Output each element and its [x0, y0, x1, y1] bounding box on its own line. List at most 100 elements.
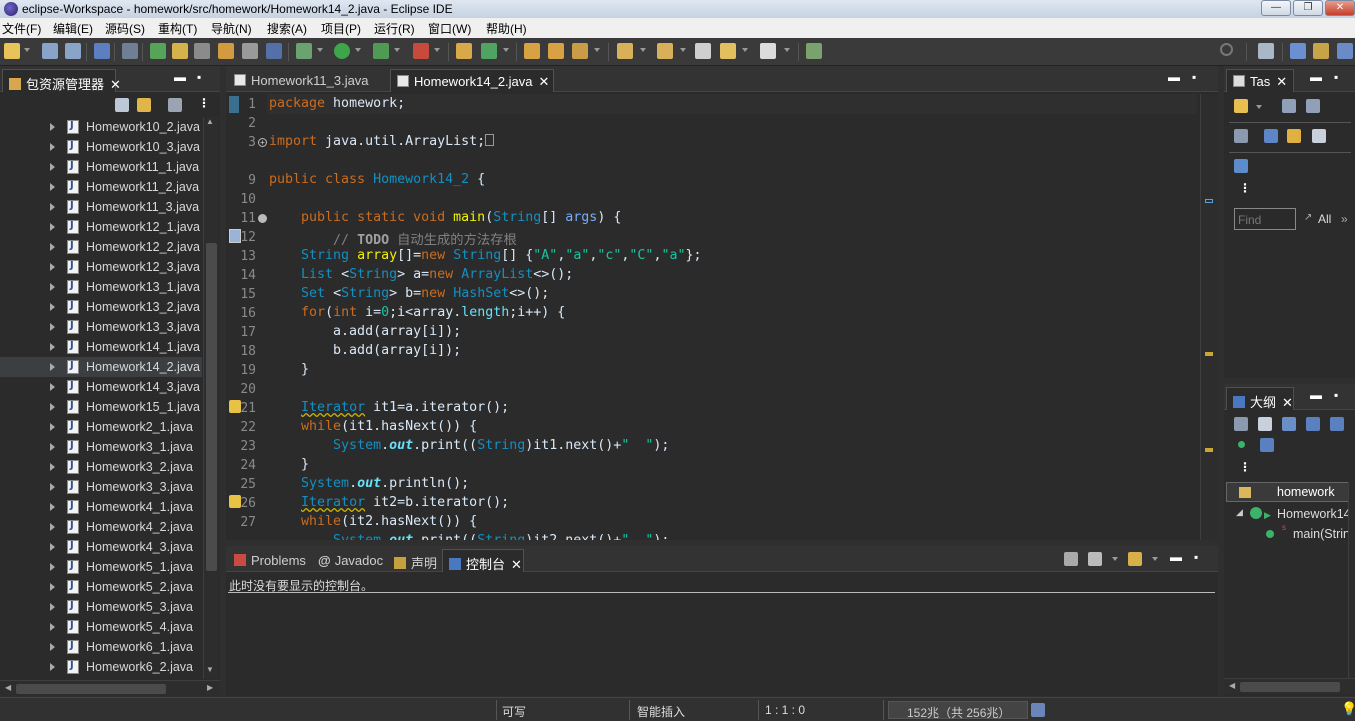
editor-overview-ruler[interactable] — [1200, 94, 1218, 540]
package-tree-item[interactable]: Homework5_3.java — [0, 597, 202, 617]
tip-bulb-icon[interactable]: 💡 — [1341, 701, 1355, 717]
close-tab-icon[interactable]: ✕ — [110, 77, 121, 92]
expand-icon[interactable]: ◢ — [1236, 507, 1243, 518]
expand-icon[interactable] — [50, 523, 55, 531]
expand-icon[interactable] — [50, 483, 55, 491]
debug-mode-icon[interactable] — [150, 43, 166, 59]
run-icon[interactable] — [334, 43, 350, 59]
expand-icon[interactable] — [50, 183, 55, 191]
scroll-up-icon[interactable]: ▲ — [206, 117, 214, 126]
hide-fields-icon[interactable] — [1306, 417, 1320, 431]
expand-icon[interactable] — [50, 263, 55, 271]
expand-icon[interactable] — [50, 303, 55, 311]
more-icon[interactable]: » — [1341, 212, 1348, 226]
terminal-icon[interactable] — [94, 43, 110, 59]
package-tree-item[interactable]: Homework2_1.java — [0, 417, 202, 437]
menu-edit[interactable]: 编辑(E) — [53, 20, 93, 37]
expand-icon[interactable] — [50, 243, 55, 251]
expand-icon[interactable] — [50, 583, 55, 591]
package-tree-item[interactable]: Homework12_2.java — [0, 237, 202, 257]
package-tree-item[interactable]: Homework6_1.java — [0, 637, 202, 657]
package-tree-item[interactable]: Homework3_3.java — [0, 477, 202, 497]
menu-help[interactable]: 帮助(H) — [486, 20, 527, 37]
java-ee-perspective-icon[interactable] — [1290, 43, 1306, 59]
menu-file[interactable]: 文件(F) — [2, 20, 41, 37]
expand-icon[interactable] — [50, 343, 55, 351]
view-menu-icon[interactable]: ⋮ — [198, 96, 210, 110]
package-horizontal-scrollbar[interactable]: ◀ ▶ — [0, 680, 220, 696]
hscroll-thumb[interactable] — [16, 684, 166, 694]
view-menu-icon[interactable]: ⋮ — [1239, 460, 1251, 474]
expand-icon[interactable] — [50, 223, 55, 231]
task-repositories-icon[interactable] — [1234, 159, 1248, 173]
tab-task-list[interactable]: Tas ✕ — [1226, 69, 1294, 92]
sort-icon[interactable] — [1282, 417, 1296, 431]
package-tree-item[interactable]: Homework5_4.java — [0, 617, 202, 637]
new-java-project-icon[interactable] — [456, 43, 472, 59]
package-tree-item[interactable]: Homework3_1.java — [0, 437, 202, 457]
debug-perspective-icon[interactable] — [1337, 43, 1353, 59]
tab-package-explorer[interactable]: 包资源管理器 ✕ — [2, 69, 121, 92]
open-task-icon[interactable] — [548, 43, 564, 59]
minimize-button[interactable]: — — [1261, 0, 1291, 16]
restore-button[interactable]: ❐ — [1293, 0, 1323, 16]
synchronize-icon[interactable] — [1312, 129, 1326, 143]
new-icon[interactable] — [4, 43, 20, 59]
package-tree-item[interactable]: Homework14_3.java — [0, 377, 202, 397]
code-area[interactable]: + 1 2 3 9 10 11 12 13 14 15 16 17 18 19 … — [226, 94, 1200, 540]
package-tree-item[interactable]: Homework13_2.java — [0, 297, 202, 317]
close-tab-icon[interactable]: ✕ — [1276, 74, 1287, 89]
expand-icon[interactable] — [50, 463, 55, 471]
tab-homework14-2[interactable]: Homework14_2.java ✕ — [390, 69, 554, 92]
focus-icon[interactable] — [1234, 129, 1248, 143]
coverage-icon[interactable] — [373, 43, 389, 59]
expand-icon[interactable] — [50, 643, 55, 651]
package-tree-item[interactable]: Homework14_1.java — [0, 337, 202, 357]
categorized-icon[interactable] — [1282, 99, 1296, 113]
tab-homework11-3[interactable]: Homework11_3.java — [228, 69, 388, 92]
menu-navigate[interactable]: 导航(N) — [211, 20, 252, 37]
menu-refactor[interactable]: 重构(T) — [158, 20, 197, 37]
menu-run[interactable]: 运行(R) — [374, 20, 415, 37]
external-tools-icon[interactable] — [413, 43, 429, 59]
tab-problems[interactable]: Problems — [228, 549, 310, 572]
expand-icon[interactable] — [50, 563, 55, 571]
search-tool-icon[interactable] — [572, 43, 588, 59]
collapse-tasks-icon[interactable] — [1287, 129, 1301, 143]
maximize-console-icon[interactable]: ▪ — [1194, 550, 1198, 564]
close-button[interactable]: ✕ — [1325, 0, 1355, 16]
hscroll-thumb[interactable] — [1240, 682, 1340, 692]
scroll-thumb[interactable] — [206, 243, 217, 571]
package-tree-item[interactable]: Homework13_3.java — [0, 317, 202, 337]
minimize-view-icon[interactable]: ▬ — [1310, 388, 1322, 402]
java-perspective-icon[interactable] — [1313, 43, 1329, 59]
hide-completed-icon[interactable] — [1264, 129, 1278, 143]
open-perspective-icon[interactable] — [1258, 43, 1274, 59]
minimize-view-icon[interactable]: ▬ — [174, 70, 186, 84]
search-icon[interactable] — [1220, 43, 1233, 56]
mark-icon[interactable] — [172, 43, 188, 59]
expand-icon[interactable] — [50, 323, 55, 331]
package-tree-item[interactable]: Homework5_2.java — [0, 577, 202, 597]
maximize-view-icon[interactable]: ▪ — [1334, 388, 1338, 402]
package-tree-item[interactable]: Homework12_1.java — [0, 217, 202, 237]
tab-javadoc[interactable]: @ Javadoc — [312, 549, 386, 572]
overview-warning-marker[interactable] — [1205, 448, 1213, 452]
package-tree-item[interactable]: Homework6_2.java — [0, 657, 202, 677]
tab-outline[interactable]: 大纲 ✕ — [1226, 387, 1294, 410]
menu-source[interactable]: 源码(S) — [105, 20, 145, 37]
hide-local-types-icon[interactable] — [1260, 438, 1274, 452]
outline-method-row[interactable]: s main(String — [1224, 523, 1355, 544]
expand-icon[interactable] — [50, 503, 55, 511]
new-console-icon[interactable] — [1128, 552, 1142, 566]
package-vertical-scrollbar[interactable]: ▲ ▼ — [203, 117, 219, 679]
minimize-editor-icon[interactable]: ▬ — [1168, 70, 1180, 84]
garbage-collect-icon[interactable] — [1031, 703, 1045, 717]
outline-horizontal-scrollbar[interactable]: ◀ — [1224, 678, 1355, 694]
back-icon[interactable] — [720, 43, 736, 59]
expand-fold-icon[interactable]: + — [258, 138, 267, 147]
block-select-icon[interactable] — [242, 43, 258, 59]
all-filter-link[interactable]: All — [1318, 212, 1331, 226]
package-tree-item[interactable]: Homework4_3.java — [0, 537, 202, 557]
open-console-icon[interactable] — [1064, 552, 1078, 566]
